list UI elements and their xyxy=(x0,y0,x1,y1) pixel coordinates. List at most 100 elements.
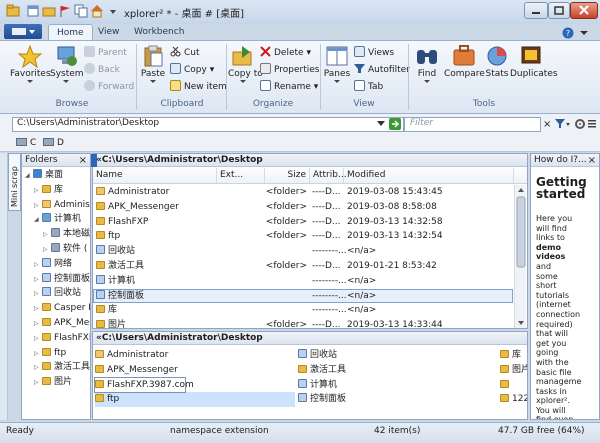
expand-arrow-icon[interactable]: ▷ xyxy=(34,317,42,332)
parent-button[interactable]: Parent xyxy=(84,46,127,61)
tree-item[interactable]: ▷ ftp xyxy=(22,346,90,361)
bottom-list-item[interactable]: 激活工具 xyxy=(298,363,498,378)
autofilter-button[interactable]: Autofilter xyxy=(354,63,410,78)
bottom-list-item[interactable]: 图片 xyxy=(500,363,527,378)
expand-arrow-icon[interactable]: ▷ xyxy=(34,376,42,390)
stats-button[interactable]: Stats xyxy=(484,44,510,79)
bottom-list-item[interactable] xyxy=(500,378,527,393)
flag-icon[interactable] xyxy=(58,4,72,18)
file-row[interactable]: 计算机 --------... <n/a> xyxy=(93,274,513,289)
paste-button[interactable]: Paste xyxy=(138,44,168,85)
tree-item[interactable]: ▷ 图片 xyxy=(22,375,90,390)
duplicates-button[interactable]: Duplicates xyxy=(510,44,558,79)
expand-arrow-icon[interactable]: ▷ xyxy=(34,273,42,288)
qat-dropdown-icon[interactable] xyxy=(106,4,120,18)
compare-button[interactable]: Compare xyxy=(444,44,485,79)
expand-arrow-icon[interactable]: ▷ xyxy=(43,228,51,243)
clear-filter-icon[interactable]: × xyxy=(543,119,551,130)
address-dropdown-icon[interactable] xyxy=(377,121,385,127)
new-window-icon[interactable] xyxy=(26,4,40,18)
col-header-name[interactable]: Name xyxy=(93,168,217,183)
tree-item[interactable]: ▷ 本地磁 xyxy=(22,227,90,242)
app-icon[interactable] xyxy=(6,4,20,18)
tree-item[interactable]: ◢ 桌面 xyxy=(22,168,90,183)
tab-workbench[interactable]: Workbench xyxy=(126,24,192,40)
expand-arrow-icon[interactable]: ▷ xyxy=(34,184,42,199)
tree-item[interactable]: ▷ 网络 xyxy=(22,257,90,272)
expanded-arrow-icon[interactable]: ◢ xyxy=(34,213,42,228)
copy-button[interactable]: Copy ▾ xyxy=(170,63,214,78)
bottom-list-item[interactable]: Administrator xyxy=(95,348,297,363)
file-row[interactable]: FlashFXP <folder> ----D... 2019-03-13 14:32… xyxy=(93,215,513,230)
tree-item[interactable]: ▷ FlashFXP. xyxy=(22,331,90,346)
file-row[interactable]: ftp <folder> ----D... 2019-03-13 14:32:54 xyxy=(93,229,513,244)
col-header-size[interactable]: Size xyxy=(265,168,310,183)
tree-item[interactable]: ▷ 库 xyxy=(22,183,90,198)
bottom-list-item[interactable]: 控制面板 xyxy=(298,392,498,407)
forward-button[interactable]: Forward xyxy=(84,80,134,95)
file-row[interactable]: 回收站 --------... <n/a> xyxy=(93,244,513,259)
tree-item[interactable]: ◢ 计算机 xyxy=(22,212,90,227)
go-icon[interactable] xyxy=(389,118,401,130)
tree-item[interactable]: ▷ Administ xyxy=(22,198,90,213)
cut-button[interactable]: Cut xyxy=(170,46,200,61)
favorites-button[interactable]: Favorites xyxy=(10,44,51,85)
help-icon[interactable]: ? xyxy=(562,27,574,39)
new-item-button[interactable]: New item xyxy=(170,80,227,95)
expand-arrow-icon[interactable]: ▷ xyxy=(34,347,42,362)
col-header-ext[interactable]: Ext... xyxy=(217,168,265,183)
tree-item[interactable]: ▷ 回收站 xyxy=(22,286,90,301)
minimize-button[interactable] xyxy=(524,2,548,19)
expanded-arrow-icon[interactable]: ◢ xyxy=(25,169,33,184)
expand-arrow-icon[interactable]: ▷ xyxy=(34,258,42,273)
file-row[interactable]: 控制面板 --------... <n/a> xyxy=(93,288,513,304)
expand-arrow-icon[interactable]: ▷ xyxy=(34,361,42,376)
expand-arrow-icon[interactable]: ▷ xyxy=(34,287,42,302)
delete-button[interactable]: Delete ▾ xyxy=(260,46,311,61)
copy-icon[interactable] xyxy=(74,4,88,18)
home-icon[interactable] xyxy=(90,4,104,18)
tab-button[interactable]: Tab xyxy=(354,80,383,95)
file-row[interactable]: 激活工具 <folder> ----D... 2019-01-21 8:53:42 xyxy=(93,259,513,274)
copy-to-button[interactable]: Copy to xyxy=(228,44,263,85)
expand-arrow-icon[interactable]: ▷ xyxy=(34,332,42,347)
bottom-list-item[interactable]: 库 xyxy=(500,348,527,363)
find-button[interactable]: Find xyxy=(410,44,444,85)
menu-icon[interactable] xyxy=(587,118,597,130)
file-row[interactable]: Administrator <folder> ----D... 2019-03-08 … xyxy=(93,185,513,200)
views-button[interactable]: Views xyxy=(354,46,394,61)
expand-arrow-icon[interactable]: ▷ xyxy=(34,199,42,214)
file-row[interactable]: APK_Messenger <folder> ----D... 2019-03-08 … xyxy=(93,200,513,215)
howto-line[interactable]: demo xyxy=(536,243,598,253)
back-button[interactable]: Back xyxy=(84,63,120,78)
mini-scrap-tab[interactable]: Mini scrap xyxy=(8,153,21,211)
bottom-list-item[interactable]: APK_Messenger xyxy=(95,363,297,378)
system-button[interactable]: System xyxy=(50,44,84,85)
tab-view[interactable]: View xyxy=(90,24,127,40)
file-row[interactable]: 图片 <folder> ----D... 2019-03-13 14:33:44 xyxy=(93,318,513,328)
app-menu-button[interactable] xyxy=(4,24,42,39)
howto-line[interactable]: videos xyxy=(536,252,598,262)
bottom-list-item[interactable]: 回收站 xyxy=(298,348,498,363)
close-button[interactable] xyxy=(570,2,598,19)
open-folder-icon[interactable] xyxy=(42,4,56,18)
tree-item[interactable]: ▷ 控制面板 xyxy=(22,272,90,287)
tree-item[interactable]: ▷ 软件 ( xyxy=(22,242,90,257)
ribbon-minimize-icon[interactable] xyxy=(578,27,590,39)
rename-button[interactable]: Rename ▾ xyxy=(260,80,318,95)
col-header-modified[interactable]: Modified xyxy=(344,168,514,183)
expand-arrow-icon[interactable]: ▷ xyxy=(43,243,51,258)
filter-options-icon[interactable] xyxy=(554,118,570,130)
tab-home[interactable]: Home xyxy=(48,24,93,40)
bottom-list-item[interactable]: 计算机 xyxy=(298,378,498,393)
tree-item[interactable]: ▷ APK_Mess xyxy=(22,316,90,331)
drive-d-button[interactable]: D xyxy=(43,137,64,149)
bottom-list-item[interactable]: ftp xyxy=(95,392,295,408)
maximize-button[interactable] xyxy=(548,2,570,19)
howto-close-icon[interactable]: × xyxy=(588,154,596,167)
panes-button[interactable]: Panes xyxy=(322,44,352,85)
drive-c-button[interactable]: C xyxy=(16,137,36,149)
tree-item[interactable]: ▷ 激活工具 xyxy=(22,360,90,375)
settings-icon[interactable] xyxy=(574,118,586,130)
vertical-scrollbar[interactable] xyxy=(514,185,526,328)
